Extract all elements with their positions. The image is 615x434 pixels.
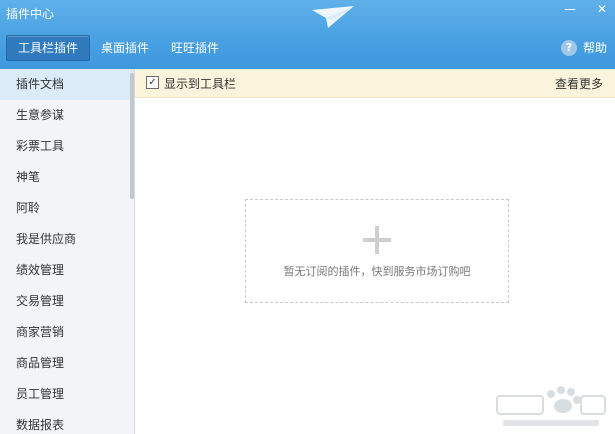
show-on-toolbar-checkbox[interactable]: ✓ bbox=[146, 76, 159, 89]
sidebar-item-merchant-marketing[interactable]: 商家营销 bbox=[0, 317, 134, 348]
empty-message: 暂无订阅的插件，快到服务市场订购吧 bbox=[283, 265, 471, 278]
sidebar-item-trade-management[interactable]: 交易管理 bbox=[0, 286, 134, 317]
sidebar-item-lottery-tools[interactable]: 彩票工具 bbox=[0, 131, 134, 162]
checkmark-icon: ✓ bbox=[148, 77, 157, 88]
tab-toolbar-plugins[interactable]: 工具栏插件 bbox=[6, 35, 91, 61]
plugin-content-area: ✓ 显示到工具栏 查看更多 暂无订阅的插件，快到服务市场订购吧 bbox=[135, 69, 615, 434]
view-more-link[interactable]: 查看更多 bbox=[555, 75, 603, 92]
minimize-button[interactable]: — bbox=[563, 2, 577, 16]
plugin-center-window: 插件中心 — ✕ 工具栏插件 桌面插件 旺旺插件 ? 帮助 插件文档 生意参谋 … bbox=[0, 0, 615, 434]
sidebar-item-data-reports[interactable]: 数据报表 bbox=[0, 410, 134, 434]
tab-desktop-plugins[interactable]: 桌面插件 bbox=[90, 35, 160, 61]
paper-plane-icon bbox=[312, 6, 354, 28]
help-label: 帮助 bbox=[582, 41, 607, 55]
minimize-icon: — bbox=[564, 2, 576, 16]
window-controls: — ✕ bbox=[563, 2, 609, 16]
sidebar-item-supplier[interactable]: 我是供应商 bbox=[0, 224, 134, 255]
empty-plugins-box[interactable]: 暂无订阅的插件，快到服务市场订购吧 bbox=[245, 199, 509, 303]
sidebar-item-plugin-docs[interactable]: 插件文档 bbox=[0, 69, 134, 100]
sidebar-item-performance[interactable]: 绩效管理 bbox=[0, 255, 134, 286]
sidebar-item-shenbi[interactable]: 神笔 bbox=[0, 162, 134, 193]
close-icon: ✕ bbox=[596, 2, 608, 16]
sidebar-scrollbar[interactable] bbox=[130, 73, 134, 199]
window-title: 插件中心 bbox=[6, 7, 55, 21]
plugin-tabs: 工具栏插件 桌面插件 旺旺插件 bbox=[6, 35, 230, 61]
close-button[interactable]: ✕ bbox=[595, 2, 609, 16]
title-bar: 插件中心 — ✕ 工具栏插件 桌面插件 旺旺插件 ? 帮助 bbox=[0, 0, 615, 69]
sidebar-item-business-advisor[interactable]: 生意参谋 bbox=[0, 100, 134, 131]
baidu-watermark-logo bbox=[496, 386, 606, 426]
sidebar-item-aling[interactable]: 阿聆 bbox=[0, 193, 134, 224]
sidebar-item-product-management[interactable]: 商品管理 bbox=[0, 348, 134, 379]
toolbar-notice-bar: ✓ 显示到工具栏 查看更多 bbox=[135, 69, 615, 98]
show-on-toolbar-label: 显示到工具栏 bbox=[164, 77, 237, 91]
plugin-category-sidebar: 插件文档 生意参谋 彩票工具 神笔 阿聆 我是供应商 绩效管理 交易管理 商家营… bbox=[0, 69, 135, 434]
help-button[interactable]: ? 帮助 bbox=[560, 39, 607, 56]
tab-wangwang-plugins[interactable]: 旺旺插件 bbox=[160, 35, 230, 61]
sidebar-item-staff-management[interactable]: 员工管理 bbox=[0, 379, 134, 410]
plus-icon bbox=[363, 226, 391, 254]
help-icon: ? bbox=[560, 39, 577, 56]
